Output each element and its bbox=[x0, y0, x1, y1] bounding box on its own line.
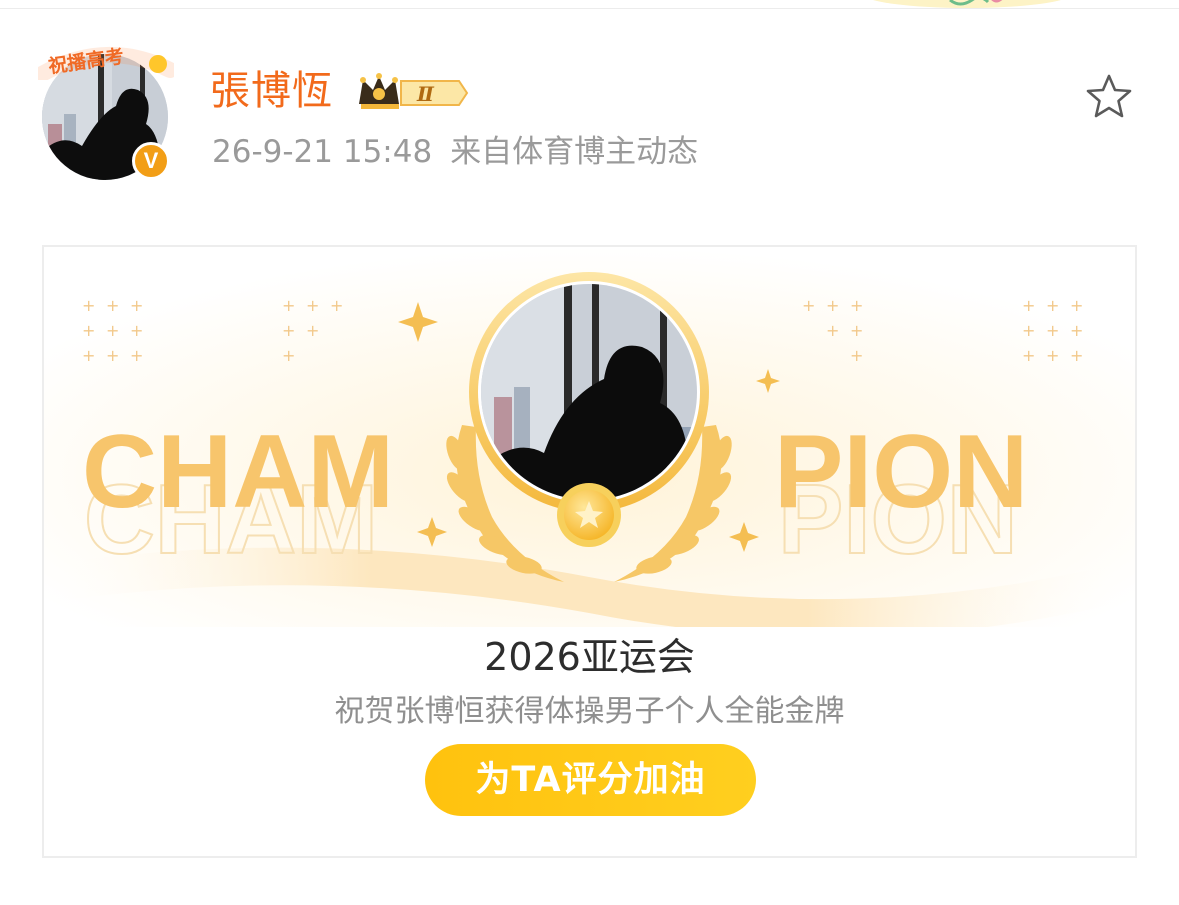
svg-text:+: + bbox=[106, 321, 119, 340]
banner-text-right: PION bbox=[774, 414, 1028, 530]
svg-text:+: + bbox=[82, 346, 95, 365]
author-name[interactable]: 張博恆 bbox=[210, 65, 333, 117]
svg-text:+: + bbox=[1070, 346, 1083, 365]
svg-text:+: + bbox=[1046, 296, 1059, 315]
svg-text:+: + bbox=[82, 296, 95, 315]
favorite-star-icon[interactable] bbox=[1084, 72, 1134, 122]
banner-text-left: CHAM bbox=[82, 414, 394, 530]
achievement-card[interactable]: + + + + + + + + + + + + + + + + + + + + + + + + + + + + +… bbox=[42, 245, 1137, 858]
svg-text:+: + bbox=[850, 321, 863, 340]
crown-icon bbox=[359, 73, 399, 109]
post-timestamp: 26-9-21 15:48 bbox=[212, 134, 433, 170]
sticker-icon bbox=[873, 0, 1061, 8]
svg-text:+: + bbox=[130, 296, 143, 315]
svg-text:+: + bbox=[850, 296, 863, 315]
svg-text:+: + bbox=[1022, 346, 1035, 365]
svg-text:+: + bbox=[826, 296, 839, 315]
post-source[interactable]: 来自体育博主动态 bbox=[450, 134, 698, 170]
avatar-badge-icon: 祝播高考 bbox=[38, 44, 174, 80]
svg-text:+: + bbox=[282, 296, 295, 315]
vip-level-badge[interactable]: Ⅱ bbox=[355, 72, 471, 112]
verified-v-icon: V bbox=[143, 148, 159, 173]
athlete-photo bbox=[481, 284, 697, 500]
svg-text:+: + bbox=[106, 346, 119, 365]
svg-text:+: + bbox=[1022, 321, 1035, 340]
svg-text:+: + bbox=[1070, 296, 1083, 315]
svg-text:+: + bbox=[826, 321, 839, 340]
event-title: 2026亚运会 bbox=[484, 635, 695, 679]
svg-text:+: + bbox=[330, 296, 343, 315]
author-avatar[interactable]: 祝播高考 V bbox=[38, 40, 174, 190]
svg-text:+: + bbox=[106, 296, 119, 315]
svg-text:+: + bbox=[1046, 321, 1059, 340]
svg-text:Ⅱ: Ⅱ bbox=[416, 82, 435, 106]
svg-text:+: + bbox=[1046, 346, 1059, 365]
svg-text:+: + bbox=[1070, 321, 1083, 340]
svg-text:+: + bbox=[282, 346, 295, 365]
svg-text:+: + bbox=[850, 346, 863, 365]
svg-text:+: + bbox=[130, 321, 143, 340]
champion-banner: + + + + + + + + + + + + + + + + + + + + + + + + + + + + +… bbox=[44, 247, 1135, 627]
event-description: 祝贺张博恒获得体操男子个人全能金牌 bbox=[334, 694, 845, 729]
svg-text:+: + bbox=[282, 321, 295, 340]
cheer-button[interactable]: 为TA评分加油 bbox=[425, 744, 756, 816]
svg-text:+: + bbox=[1022, 296, 1035, 315]
svg-text:+: + bbox=[802, 296, 815, 315]
post-meta: 26-9-21 15:48 来自体育博主动态 bbox=[212, 130, 698, 174]
svg-text:+: + bbox=[306, 321, 319, 340]
svg-text:+: + bbox=[130, 346, 143, 365]
svg-text:+: + bbox=[306, 296, 319, 315]
verified-badge: V bbox=[132, 142, 170, 180]
svg-text:+: + bbox=[82, 321, 95, 340]
